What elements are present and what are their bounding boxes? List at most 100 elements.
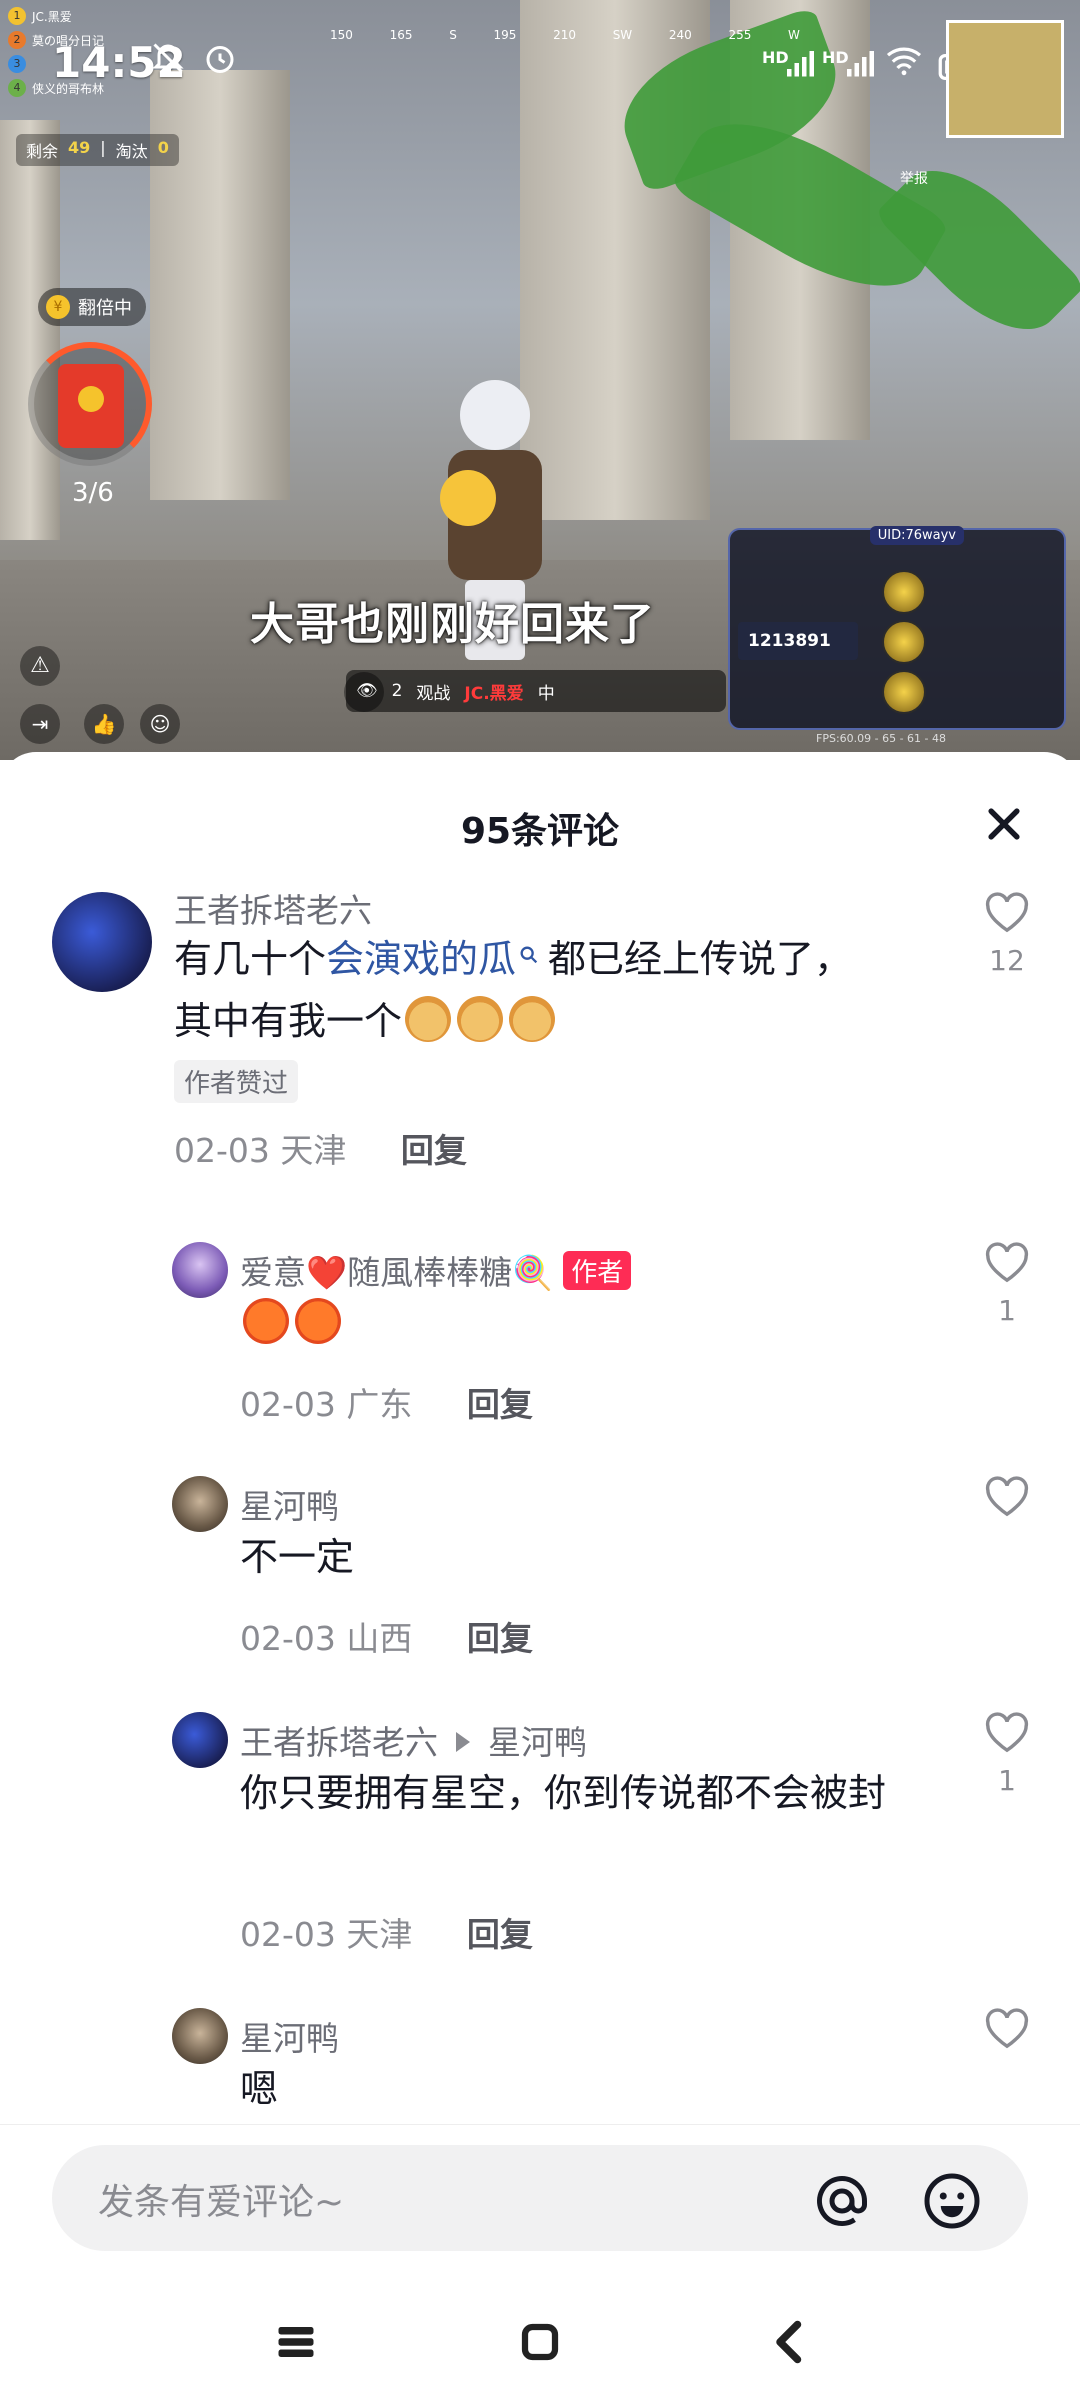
heart-outline-icon bbox=[985, 1712, 1029, 1753]
player-info-panel: UID:76wayv 1213891 bbox=[728, 526, 1066, 730]
comment-count-title: 95条评论 bbox=[460, 811, 620, 852]
spectate-label: 观战 bbox=[416, 683, 451, 704]
wifi-icon bbox=[884, 44, 924, 85]
reply-button[interactable]: 回复 bbox=[467, 1385, 533, 1424]
like-button[interactable] bbox=[982, 2008, 1032, 2054]
game-minimap bbox=[946, 20, 1064, 138]
close-icon[interactable] bbox=[982, 802, 1026, 846]
signal-icon bbox=[784, 46, 820, 87]
medal-icon bbox=[882, 620, 926, 664]
remaining-value: 49 bbox=[68, 138, 91, 157]
report-button[interactable]: 举报 bbox=[900, 168, 928, 188]
double-reward-badge: ¥ 翻倍中 bbox=[38, 288, 146, 326]
comment-date: 02-03 bbox=[240, 1385, 336, 1424]
like-count: 1 bbox=[998, 1764, 1016, 1797]
reply-target-name[interactable]: 星河鸭 bbox=[488, 1723, 587, 1762]
comment-item: 王者拆塔老六 有几十个会演戏的瓜 都已经上传说了，其中有我一个 作者赞过 02-0… bbox=[0, 882, 1080, 1172]
heart-outline-icon bbox=[985, 1242, 1029, 1283]
status-bar: 14:52 HD HD bbox=[0, 28, 1080, 98]
avatar[interactable] bbox=[172, 2008, 228, 2064]
commenter-name[interactable]: 爱意❤️随風棒棒糖🍭 作者 bbox=[240, 1246, 632, 1294]
comment-text: 你只要拥有星空，你到传说都不会被封 bbox=[240, 1771, 887, 1815]
medal-icon bbox=[882, 570, 926, 614]
reply-item: 星河鸭 嗯 bbox=[0, 2008, 1080, 2128]
eliminated-value: 0 bbox=[157, 138, 169, 157]
search-link[interactable]: 会演戏的瓜 bbox=[326, 937, 548, 981]
author-tag: 作者 bbox=[563, 1251, 632, 1290]
system-nav-bar bbox=[0, 2280, 1080, 2400]
comment-meta: 02-03 天津 回复 bbox=[174, 1124, 467, 1172]
reply-button[interactable]: 回复 bbox=[467, 1619, 533, 1658]
avatar[interactable] bbox=[172, 1242, 228, 1298]
avatar[interactable] bbox=[52, 892, 152, 992]
ghost-icon[interactable]: ☺ bbox=[140, 704, 180, 744]
video-player[interactable]: 150 165 S 195 210 SW 240 255 W 1 JC.黑爱 2莫… bbox=[0, 0, 1080, 760]
comment-location: 山西 bbox=[346, 1619, 413, 1658]
exit-icon[interactable]: ⇥ bbox=[20, 704, 60, 744]
smiley-icon[interactable] bbox=[922, 2171, 982, 2231]
comment-meta: 02-03 天津 回复 bbox=[240, 1908, 533, 1956]
comment-text bbox=[240, 1292, 344, 1354]
doge-emoji-icon bbox=[509, 996, 556, 1042]
fps-readout: FPS:60.09 - 65 - 61 - 48 bbox=[816, 732, 947, 745]
at-icon[interactable] bbox=[812, 2171, 872, 2231]
angry-emoji-icon bbox=[295, 1298, 341, 1344]
mute-bell-icon bbox=[150, 40, 186, 85]
like-button[interactable]: 1 bbox=[982, 1712, 1032, 1797]
like-button[interactable]: 12 bbox=[982, 892, 1032, 977]
commenter-name-text: 爱意❤️随風棒棒糖🍭 bbox=[240, 1253, 554, 1292]
reply-item: 王者拆塔老六 星河鸭 你只要拥有星空，你到传说都不会被封 02-03 天津 回复 … bbox=[0, 1712, 1080, 1972]
doge-emoji-icon bbox=[405, 996, 452, 1042]
reply-item: 爱意❤️随風棒棒糖🍭 作者 02-03 广东 回复 1 bbox=[0, 1242, 1080, 1442]
like-button[interactable] bbox=[982, 1476, 1032, 1528]
comment-location: 天津 bbox=[280, 1131, 347, 1170]
eye-icon: 👁 bbox=[356, 681, 378, 701]
mid-label: 中 bbox=[537, 683, 555, 704]
thumbs-up-icon[interactable]: 👍 bbox=[84, 704, 124, 744]
like-button[interactable]: 1 bbox=[982, 1242, 1032, 1327]
player-score: 1213891 bbox=[738, 622, 858, 660]
comment-text-part: 有几十个 bbox=[174, 937, 327, 981]
remaining-label: 剩余 bbox=[26, 142, 59, 161]
home-icon[interactable] bbox=[510, 2312, 570, 2372]
commenter-name[interactable]: 星河鸭 bbox=[240, 2012, 339, 2060]
commenter-name-text: 王者拆塔老六 bbox=[240, 1723, 438, 1762]
angry-emoji-icon bbox=[243, 1298, 289, 1344]
alarm-icon bbox=[202, 40, 238, 85]
like-count: 1 bbox=[998, 1294, 1016, 1327]
comment-date: 02-03 bbox=[240, 1619, 336, 1658]
comment-input-bar: 发条有爱评论~ bbox=[0, 2124, 1080, 2275]
comment-location: 广东 bbox=[346, 1385, 413, 1424]
heart-outline-icon bbox=[985, 2008, 1029, 2049]
warning-icon[interactable]: ⚠ bbox=[20, 646, 60, 686]
comment-location: 天津 bbox=[346, 1915, 413, 1954]
reply-arrow-icon bbox=[456, 1732, 470, 1752]
leaderboard-row: 1 JC.黑爱 bbox=[8, 4, 158, 28]
search-link-label: 会演戏的瓜 bbox=[326, 937, 517, 981]
spectate-count: 2 bbox=[391, 681, 403, 701]
menu-icon[interactable] bbox=[266, 2312, 326, 2372]
comment-meta: 02-03 山西 回复 bbox=[240, 1612, 533, 1660]
spectate-bar: 👁 2 观战 JC.黑爱 中 bbox=[346, 670, 726, 712]
scene-pillar bbox=[0, 120, 60, 540]
comment-input[interactable]: 发条有爱评论~ bbox=[52, 2145, 1028, 2251]
comment-meta: 02-03 广东 回复 bbox=[240, 1378, 533, 1426]
avatar[interactable] bbox=[172, 1712, 228, 1768]
heart-outline-icon bbox=[985, 1476, 1029, 1517]
leaderboard-name: JC.黑爱 bbox=[32, 9, 72, 24]
commenter-name[interactable]: 王者拆塔老六 星河鸭 bbox=[240, 1716, 587, 1764]
author-liked-badge: 作者赞过 bbox=[174, 1060, 299, 1103]
eliminated-label: 淘汰 bbox=[115, 142, 148, 161]
reply-button[interactable]: 回复 bbox=[467, 1915, 533, 1954]
comment-text: 有几十个会演戏的瓜 都已经上传说了，其中有我一个 bbox=[174, 928, 864, 1052]
comment-input-placeholder: 发条有爱评论~ bbox=[98, 2182, 345, 2223]
video-subtitle: 大哥也刚刚好回来了 bbox=[250, 599, 655, 650]
avatar[interactable] bbox=[172, 1476, 228, 1532]
commenter-name[interactable]: 星河鸭 bbox=[240, 1480, 339, 1528]
commenter-name[interactable]: 王者拆塔老六 bbox=[174, 884, 372, 932]
reply-button[interactable]: 回复 bbox=[401, 1131, 467, 1170]
red-packet-icon[interactable] bbox=[58, 364, 124, 448]
comment-text: 不一定 bbox=[240, 1535, 355, 1579]
double-badge-label: 翻倍中 bbox=[78, 298, 132, 319]
back-icon[interactable] bbox=[760, 2312, 820, 2372]
